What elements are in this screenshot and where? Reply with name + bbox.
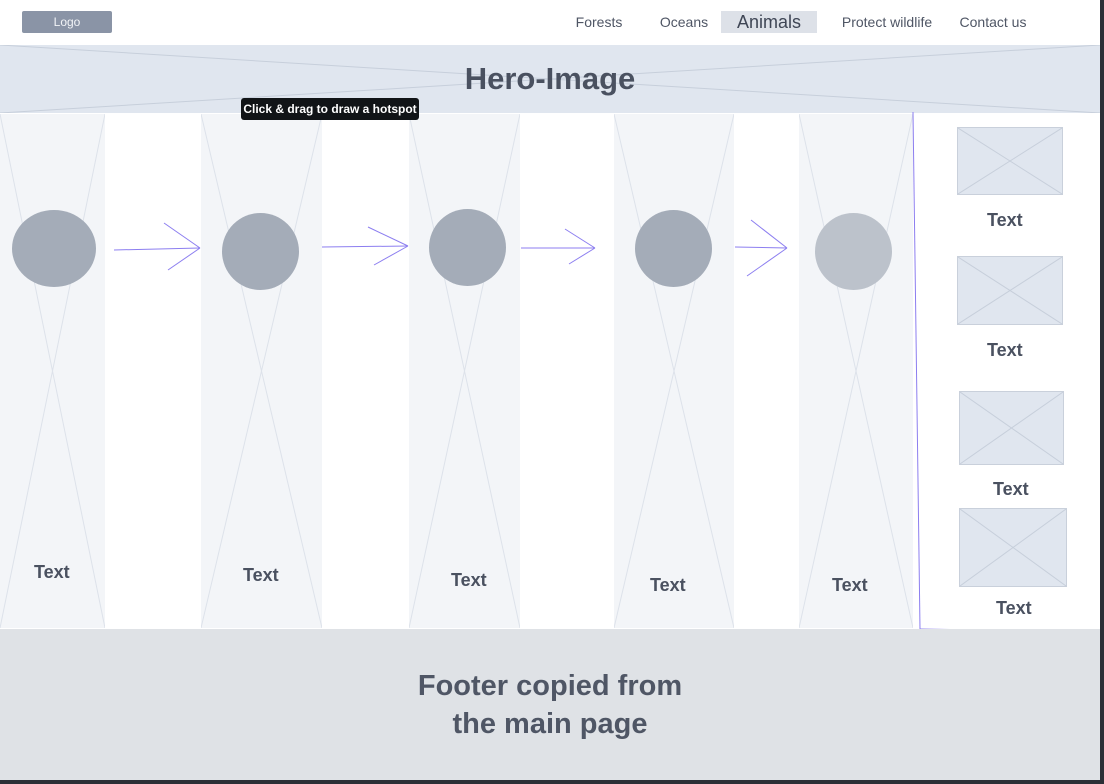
image-placeholder-icon bbox=[960, 392, 1063, 464]
sidebar-label: Text bbox=[993, 479, 1029, 499]
footer: Footer copied from the main page bbox=[0, 629, 1100, 780]
sidebar-thumbnail-2[interactable] bbox=[957, 256, 1063, 325]
window-frame-right bbox=[1100, 0, 1104, 784]
sidebar-outline bbox=[912, 111, 1100, 633]
sidebar-label: Text bbox=[996, 598, 1032, 618]
sidebar-thumbnail-3[interactable] bbox=[959, 391, 1064, 465]
image-placeholder-icon bbox=[958, 257, 1062, 324]
sidebar-label: Text bbox=[987, 210, 1023, 230]
sidebar-thumbnail-4[interactable] bbox=[959, 508, 1067, 587]
sidebar-label: Text bbox=[987, 340, 1023, 360]
image-placeholder-icon bbox=[960, 509, 1066, 586]
hotspot-tooltip: Click & drag to draw a hotspot bbox=[241, 98, 419, 120]
window-frame-bottom bbox=[0, 780, 1104, 784]
image-placeholder-icon bbox=[958, 128, 1062, 194]
footer-line-1: Footer copied from bbox=[417, 669, 683, 702]
footer-line-2: the main page bbox=[452, 707, 648, 740]
sidebar-thumbnail-1[interactable] bbox=[957, 127, 1063, 195]
footer-text: Footer copied from the main page bbox=[0, 629, 1100, 780]
